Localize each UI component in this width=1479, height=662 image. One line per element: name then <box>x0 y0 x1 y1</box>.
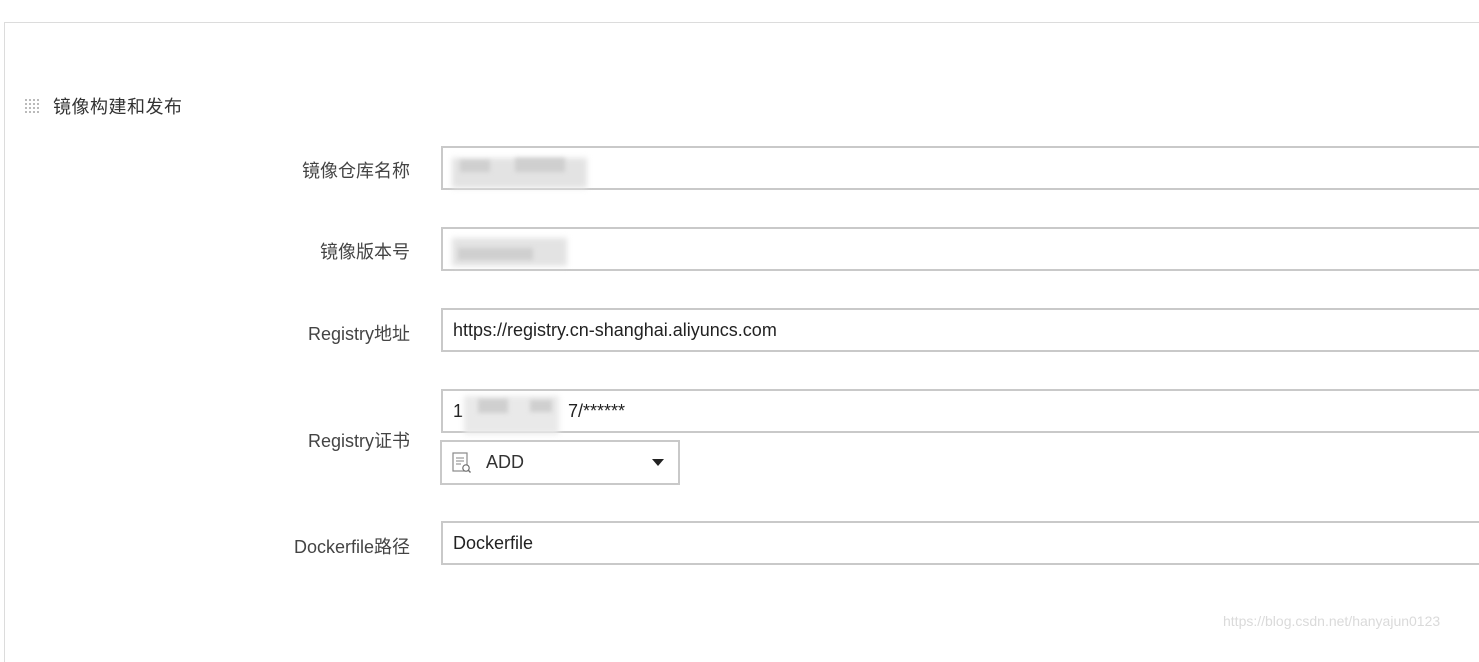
registry-cert-value-prefix: 1 <box>453 400 464 421</box>
image-version-label: 镜像版本号 <box>320 242 410 262</box>
redacted-value-shade <box>478 399 508 413</box>
add-label: ADD <box>486 452 525 472</box>
repo-name-label: 镜像仓库名称 <box>302 161 410 181</box>
dockerfile-path-label: Dockerfile路径 <box>293 537 410 557</box>
registry-url-label: Registry地址 <box>307 324 410 344</box>
section-title: 镜像构建和发布 <box>53 97 183 117</box>
redacted-value-shade <box>530 400 552 412</box>
image-version-input[interactable] <box>441 227 1479 271</box>
redacted-value-shade <box>458 248 533 260</box>
redacted-value-shade <box>460 160 490 172</box>
registry-cert-value-suffix: 7/****** <box>568 400 626 421</box>
credentials-doc-icon <box>452 451 471 473</box>
section-header: 镜像构建和发布 <box>24 94 183 118</box>
registry-cert-label: Registry证书 <box>307 431 410 451</box>
registry-cert-select[interactable]: 1 7/****** <box>441 389 1479 433</box>
add-credentials-button[interactable]: ADD <box>440 440 680 485</box>
chevron-down-icon <box>652 459 664 466</box>
dockerfile-path-input[interactable] <box>441 521 1479 565</box>
redacted-value-shade <box>515 158 565 172</box>
watermark: https://blog.csdn.net/hanyajun0123 <box>1223 613 1441 629</box>
registry-url-input[interactable] <box>441 308 1479 352</box>
drag-grip-icon[interactable] <box>24 98 40 114</box>
repo-name-input[interactable] <box>441 146 1479 190</box>
